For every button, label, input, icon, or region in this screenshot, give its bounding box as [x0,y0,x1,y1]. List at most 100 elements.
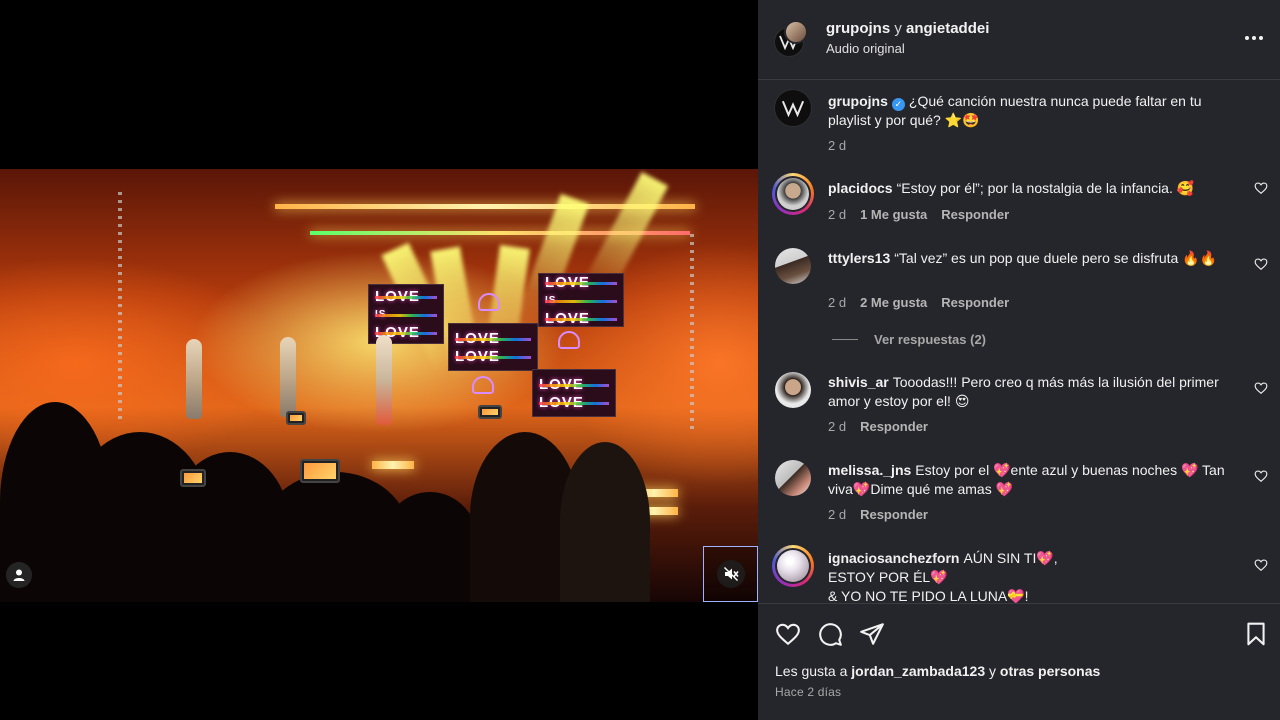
comment-meta: 2 d Responder [828,419,928,434]
post-timestamp[interactable]: Hace 2 días [775,685,841,699]
tagged-users-button[interactable] [6,562,32,588]
comments-list[interactable]: grupojns ✓ ¿Qué canción nuestra nunca pued… [758,81,1280,603]
story-ring-avatar[interactable] [772,173,814,215]
heart-icon[interactable] [1254,257,1268,271]
avatar[interactable] [775,372,811,408]
reply-button[interactable]: Responder [860,507,928,522]
comment-text: tttylers13 “Tal vez” es un pop que duele … [828,249,1228,268]
led-screen-love: LOVE LOVE [448,323,538,371]
comment-time[interactable]: 2 d [828,207,846,222]
heart-outline-icon [478,293,500,311]
collaborator-avatar[interactable] [784,20,808,44]
led-word: IS [375,307,437,322]
raised-phone [286,411,306,425]
comment-icon[interactable] [817,621,843,647]
verified-badge-icon: ✓ [891,98,905,111]
led-word: IS [545,293,617,308]
comment-meta: 2 d 2 Me gusta Responder [828,295,1009,310]
likes-others[interactable]: otras personas [1000,663,1100,679]
likes-conjunction: y [989,663,997,679]
comment-username[interactable]: tttylers13 [828,250,890,266]
led-screen-love: LOVE LOVE [532,369,616,417]
more-options-button[interactable] [1242,26,1266,50]
comment-text: placidocs “Estoy por él”; por la nostalgi… [828,179,1228,198]
comment-likes[interactable]: 2 Me gusta [860,295,927,310]
replies-divider [832,339,858,340]
post-actions: Les gusta a jordan_zambada123 y otras pe… [758,603,1280,720]
comment-username[interactable]: ignaciosanchezforn [828,550,959,566]
comment-time[interactable]: 2 d [828,295,846,310]
comment-username[interactable]: shivis_ar [828,374,889,390]
post-authors: grupojns y angietaddei [826,20,989,37]
avatar-frame [775,176,811,212]
media-area: LOVE IS LOVE LOVE IS LOVE LOVE LOVE LOVE… [0,0,758,720]
mute-button-circle [716,560,745,588]
audio-link[interactable]: Audio original [826,41,905,56]
heart-icon[interactable] [775,621,801,647]
comment-body-line: ESTOY POR ÉL💖 [828,569,948,585]
led-word: LOVE [545,275,617,290]
comment-username[interactable]: melissa._jns [828,462,911,478]
performer [186,339,202,419]
author-username[interactable]: grupojns [826,20,890,37]
caption-username[interactable]: grupojns [828,93,888,109]
crowd-silhouette [560,442,650,602]
comment-text: melissa._jns Estoy por el 💖ente azul y bu… [828,461,1228,499]
heart-outline-icon [472,376,494,394]
comment-likes[interactable]: 1 Me gusta [860,207,927,222]
caption-text: grupojns ✓ ¿Qué canción nuestra nunca pued… [828,92,1228,130]
led-word: LOVE [455,349,531,364]
brand-logo-icon [781,100,805,117]
comment-body-line: AÚN SIN TI💖, [963,550,1058,566]
stage-truss [690,229,694,429]
performer [280,337,296,417]
muted-speaker-icon [723,567,739,581]
reply-button[interactable]: Responder [941,295,1009,310]
avatar[interactable] [775,460,811,496]
led-word: LOVE [545,311,617,326]
led-word: LOVE [539,395,609,410]
collaborator-username[interactable]: angietaddei [906,20,989,37]
comment-text: ignaciosanchezforn AÚN SIN TI💖, ESTOY POR… [828,549,1228,603]
heart-icon[interactable] [1254,558,1268,572]
reply-button[interactable]: Responder [941,207,1009,222]
more-dots-icon [1252,36,1256,40]
stage-floor-light [372,461,414,469]
comment-time[interactable]: 2 d [828,507,846,522]
heart-icon[interactable] [1254,381,1268,395]
view-replies-button[interactable]: Ver respuestas (2) [832,332,986,347]
comment-meta: 2 d 1 Me gusta Responder [828,207,1009,222]
likes-user[interactable]: jordan_zambada123 [851,663,985,679]
stage-truss [118,189,122,419]
story-ring-avatar[interactable] [772,545,814,587]
heart-outline-icon [558,331,580,349]
more-dots-icon [1245,36,1249,40]
heart-icon[interactable] [1254,469,1268,483]
user-tag-icon [13,569,25,581]
crowd-silhouette [380,492,480,602]
heart-icon[interactable] [1254,181,1268,195]
comment-username[interactable]: placidocs [828,180,893,196]
comment-body: “Estoy por él”; por la nostalgia de la i… [896,180,1195,196]
led-word: LOVE [455,331,531,346]
comment-body: “Tal vez” es un pop que duele pero se di… [894,250,1218,266]
led-word: LOVE [539,377,609,392]
caption-author-avatar[interactable] [774,89,812,127]
comment-time[interactable]: 2 d [828,419,846,434]
raised-phone [180,469,206,487]
mute-toggle-button[interactable] [703,546,758,602]
concert-video[interactable]: LOVE IS LOVE LOVE IS LOVE LOVE LOVE LOVE… [0,169,758,602]
raised-phone [478,405,502,419]
likes-summary[interactable]: Les gusta a jordan_zambada123 y otras pe… [775,663,1100,679]
bookmark-icon[interactable] [1243,621,1269,647]
caption-meta: 2 d [828,138,846,153]
comment-meta: 2 d Responder [828,507,928,522]
caption-time[interactable]: 2 d [828,138,846,153]
share-icon[interactable] [859,621,885,647]
authors-conjunction: y [894,20,902,37]
avatar [777,550,809,582]
likes-prefix: Les gusta a [775,663,848,679]
avatar[interactable] [775,248,811,284]
post-side-panel: grupojns y angietaddei Audio original gr… [758,0,1280,720]
reply-button[interactable]: Responder [860,419,928,434]
